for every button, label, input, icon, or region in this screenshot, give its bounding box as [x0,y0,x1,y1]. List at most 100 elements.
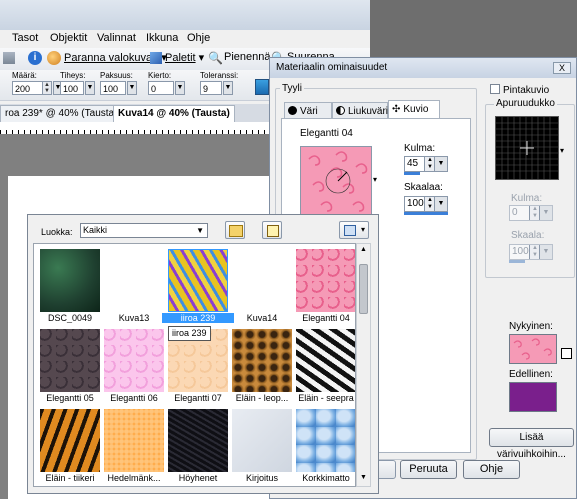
menu-item-help[interactable]: Ohje [187,32,210,44]
pattern-label: Kirjoitus [245,473,278,483]
ok-button[interactable] [376,460,396,479]
pattern-preview[interactable] [300,146,372,216]
scale-label: Skaalaa: [404,182,443,193]
pattern-label: Elegantti 05 [46,393,94,403]
pattern-tile[interactable]: Korkkimatto [294,406,355,486]
chevron-down-icon[interactable]: ▼ [85,81,95,95]
chevron-down-icon: ▼ [196,226,204,235]
category-dropdown[interactable]: Kaikki ▼ [80,223,208,238]
texture-angle-field[interactable]: 0 ▲ ▼ ▼ [509,205,553,221]
vertical-scrollbar[interactable]: ▲ ▼ [356,243,371,487]
help-button[interactable]: Ohje [463,460,520,479]
tab-pattern[interactable]: ✣ Kuvio [388,100,440,119]
thickness-field[interactable]: 100 ▼ [100,81,137,95]
pattern-thumbnail [168,409,228,472]
tab-gradient[interactable]: Liukuväri [332,102,388,119]
pattern-tile[interactable]: Kirjoitus [230,406,294,486]
info-icon[interactable]: i [28,51,42,65]
pattern-label: Kuva14 [246,313,278,323]
pattern-label: iiroa 239 [162,313,234,323]
tab-document-2[interactable]: Kuva14 @ 40% (Tausta) [113,105,235,122]
pattern-name: Elegantti 04 [300,128,353,139]
chevron-down-icon[interactable]: ▼ [434,157,447,171]
swap-icon[interactable] [561,348,572,359]
angle-slider[interactable] [404,172,420,175]
texture-scale-slider[interactable] [509,260,525,263]
category-label: Luokka: [41,227,73,237]
pattern-tile[interactable]: Elegantti 06 [102,326,166,406]
palettes-menu[interactable]: Paletit ▾ [165,51,204,64]
chevron-down-icon[interactable]: ▼ [175,81,185,95]
zoom-out-button[interactable]: Pienennä [224,51,271,63]
density-field[interactable]: 100 ▼ [60,81,95,95]
pattern-tile[interactable]: Höyhenet [166,406,230,486]
pattern-thumbnail [104,409,164,472]
pattern-tile[interactable]: iiroa 239 [162,246,234,326]
pattern-library-button[interactable] [225,221,245,239]
pattern-thumbnail [232,329,292,392]
pattern-tile[interactable]: Eläin - tiikeri [38,406,102,486]
pattern-label: Elegantti 07 [174,393,222,403]
scroll-up-icon[interactable]: ▲ [359,246,368,256]
apply-icon[interactable] [255,79,269,95]
menu-item-objects[interactable]: Objektit [50,32,87,44]
amount-field[interactable]: 200 ▲ ▼ ▼ [12,81,63,95]
spinner-arrows-icon[interactable]: ▲ ▼ [42,81,52,95]
chevron-down-icon[interactable]: ▾ [373,175,377,184]
scrollbar-thumb[interactable] [359,264,368,314]
texture-checkbox[interactable]: Pintakuvio [490,84,549,96]
angle-label: Kulma: [404,143,436,154]
chevron-down-icon[interactable]: ▼ [539,245,552,259]
copy-button[interactable] [262,221,282,239]
pattern-thumbnail [104,329,164,392]
tolerance-field[interactable]: 9 ▼ [200,81,233,95]
previous-swatch[interactable] [509,382,557,412]
current-swatch[interactable] [509,334,557,364]
chevron-down-icon[interactable]: ▼ [539,206,552,220]
view-options-button[interactable]: ▾ [339,221,369,239]
pattern-thumbnail [296,409,355,472]
pattern-grid: DSC_0049 Kuva13 iiroa 239 Kuva14 Elegant… [33,243,356,487]
pattern-tile[interactable]: Kuva13 [102,246,166,326]
chevron-down-icon[interactable]: ▼ [434,197,447,211]
pattern-tile[interactable]: Elegantti 04 [294,246,355,326]
texture-scale-field[interactable]: 100 ▲ ▼ ▼ [509,244,553,260]
option-label-rotation: Kierto: [148,71,172,80]
cancel-button[interactable]: Peruuta [400,460,457,479]
tab-color[interactable]: Väri [284,102,332,119]
pattern-thumbnail [296,249,355,312]
menu-item-selections[interactable]: Valinnat [97,32,136,44]
pattern-tile[interactable]: DSC_0049 [38,246,102,326]
grid-view-icon [344,225,356,236]
texture-preview[interactable] [495,116,559,180]
tab-document-1[interactable]: roa 239* @ 40% (Tausta) [0,105,123,122]
angle-field[interactable]: 45 ▲ ▼ ▼ [404,156,448,172]
pattern-tile[interactable]: Eläin - leop... [230,326,294,406]
checkbox-icon [490,84,500,94]
pattern-thumbnail [232,409,292,472]
zoom-out-icon: 🔍 [208,51,223,65]
pattern-tab-icon: ✣ [392,104,401,115]
pattern-tile[interactable]: Eläin - seepra [294,326,355,406]
pattern-tile[interactable]: Elegantti 05 [38,326,102,406]
chevron-down-icon[interactable]: ▼ [127,81,137,95]
menu-item-window[interactable]: Ikkuna [146,32,178,44]
texture-angle-label: Kulma: [511,193,543,204]
rotation-field[interactable]: 0 ▼ [148,81,185,95]
scale-field[interactable]: 100 ▲ ▼ ▼ [404,196,448,212]
pattern-tile[interactable]: Hedelmänk... [102,406,166,486]
pattern-label: Korkkimatto [302,473,350,483]
toolbar-button-icon[interactable] [3,52,15,64]
pattern-tile[interactable]: Kuva14 [230,246,294,326]
palettes-icon [150,52,162,64]
pattern-thumbnail [40,409,100,472]
pattern-label: Eläin - leop... [235,393,289,403]
scroll-down-icon[interactable]: ▼ [359,474,368,484]
scale-slider[interactable] [404,212,448,215]
dialog-title: Materiaalin ominaisuudet [276,62,388,73]
chevron-down-icon[interactable]: ▾ [560,146,564,155]
menu-item-layers[interactable]: Tasot [12,32,38,44]
add-to-swatches-button[interactable]: Lisää värivuihkoihin... [489,428,574,460]
chevron-down-icon[interactable]: ▼ [223,81,233,95]
close-icon[interactable]: X [553,62,571,74]
